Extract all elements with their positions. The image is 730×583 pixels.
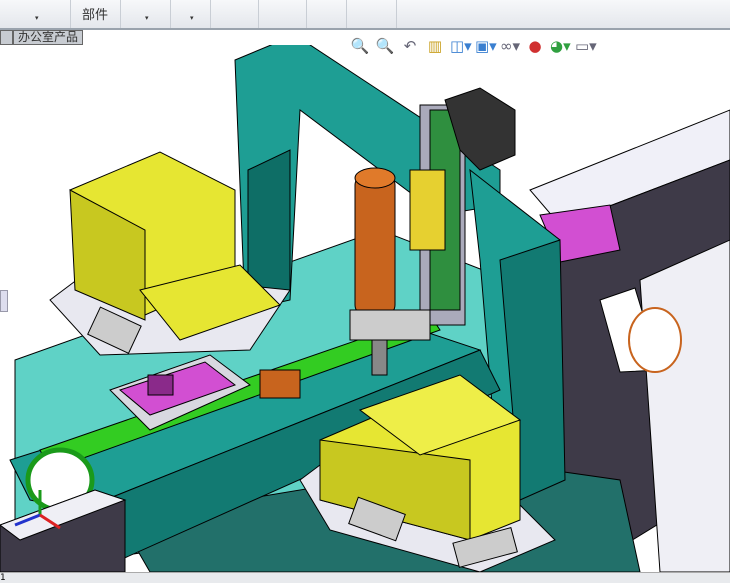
ribbon-group[interactable] xyxy=(210,0,259,28)
zoom-to-fit-icon[interactable]: 🔍 xyxy=(350,36,370,56)
zoom-to-area-icon[interactable]: 🔍 xyxy=(375,36,395,56)
view-settings-icon[interactable]: ▭▾ xyxy=(575,36,597,56)
ribbon-group[interactable]: ▾ xyxy=(170,0,211,28)
graphics-area[interactable] xyxy=(0,34,730,573)
ribbon-group-parts[interactable]: 部件 xyxy=(70,0,121,28)
previous-view-icon[interactable]: ↶ xyxy=(400,36,420,56)
ribbon-group[interactable]: ▾ xyxy=(120,0,171,28)
edit-appearance-icon[interactable]: ● xyxy=(525,36,545,56)
ribbon-group[interactable] xyxy=(258,0,307,28)
tab[interactable] xyxy=(0,30,13,45)
section-view-icon[interactable]: ▥ xyxy=(425,36,445,56)
apply-scene-icon[interactable]: ◕▾ xyxy=(550,36,571,56)
hide-show-items-icon[interactable]: ∞▾ xyxy=(500,36,520,56)
ribbon-group[interactable]: ▾ xyxy=(0,0,71,28)
ribbon-group[interactable] xyxy=(306,0,347,28)
document-tabs: 办公室产品 xyxy=(0,30,84,45)
ribbon-group[interactable] xyxy=(346,0,397,28)
display-style-icon[interactable]: ▣▾ xyxy=(475,36,497,56)
panel-collapse-handle[interactable] xyxy=(0,290,8,312)
tab-office-products[interactable]: 办公室产品 xyxy=(13,30,84,45)
heads-up-view-toolbar: 🔍 🔍 ↶ ▥ ◫▾ ▣▾ ∞▾ ● ◕▾ ▭▾ xyxy=(350,36,597,56)
view-orientation-icon[interactable]: ◫▾ xyxy=(450,36,472,56)
command-manager-ribbon: ▾ 部件 ▾ ▾ xyxy=(0,0,730,30)
status-bar: 1 xyxy=(0,572,730,583)
